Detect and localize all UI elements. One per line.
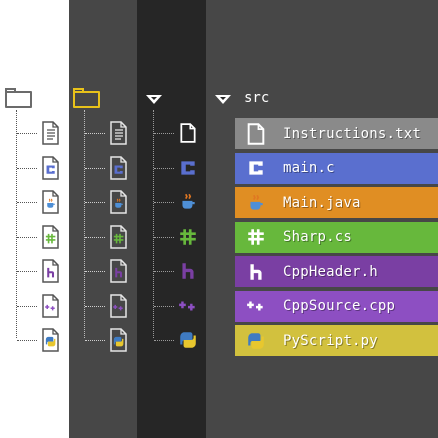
blank-file-icon[interactable] bbox=[178, 123, 198, 143]
folder-icon[interactable] bbox=[5, 88, 32, 108]
tree-line bbox=[16, 110, 17, 338]
tree-branch bbox=[85, 271, 105, 272]
python-file-icon[interactable] bbox=[42, 328, 59, 352]
file-name: CppSource.cpp bbox=[283, 298, 396, 314]
python-file-icon[interactable] bbox=[110, 328, 127, 352]
h-file-icon[interactable] bbox=[42, 259, 59, 283]
tree-line bbox=[153, 110, 154, 338]
file-name: Sharp.cs bbox=[283, 229, 353, 245]
csharp-file-icon[interactable] bbox=[110, 224, 127, 249]
tree-branch bbox=[154, 271, 174, 272]
tree-branch bbox=[17, 133, 37, 134]
file-name: Instructions.txt bbox=[283, 125, 422, 142]
chevron-down-icon[interactable] bbox=[146, 95, 162, 104]
h-file-icon[interactable] bbox=[110, 259, 127, 283]
tree-branch bbox=[17, 202, 37, 203]
csharp-file-icon bbox=[243, 225, 269, 249]
file-name: main.c bbox=[283, 160, 335, 176]
tree-branch bbox=[154, 202, 174, 203]
tree-branch bbox=[85, 167, 105, 169]
explorer-column-near-black bbox=[137, 0, 206, 438]
tree-branch bbox=[85, 236, 105, 238]
tree-branch bbox=[17, 167, 37, 169]
tree-branch bbox=[154, 305, 174, 307]
java-file-icon bbox=[243, 191, 269, 215]
file-row[interactable]: Main.java bbox=[235, 187, 438, 218]
tree-branch bbox=[17, 271, 37, 272]
python-file-icon[interactable] bbox=[178, 330, 198, 350]
file-row[interactable]: main.c bbox=[235, 152, 438, 184]
cpp-file-icon bbox=[243, 294, 269, 318]
tree-branch bbox=[17, 340, 37, 341]
file-row[interactable]: PyScript.py bbox=[235, 325, 438, 356]
folder-row-src[interactable] bbox=[206, 84, 438, 112]
blank-file-icon[interactable] bbox=[42, 121, 59, 145]
c-file-icon[interactable] bbox=[178, 158, 198, 178]
file-name: CppHeader.h bbox=[283, 263, 378, 280]
tree-branch bbox=[154, 236, 174, 238]
file-name: PyScript.py bbox=[283, 332, 378, 349]
cpp-file-icon[interactable] bbox=[110, 293, 127, 318]
h-file-icon[interactable] bbox=[178, 261, 198, 281]
c-file-icon[interactable] bbox=[110, 155, 127, 180]
tree-branch bbox=[85, 340, 105, 341]
c-file-icon bbox=[243, 156, 269, 180]
tree-branch bbox=[17, 236, 37, 238]
tree-branch bbox=[17, 305, 37, 307]
file-row[interactable]: CppHeader.h bbox=[235, 256, 438, 287]
tree-line bbox=[84, 110, 85, 338]
tree-branch bbox=[154, 133, 174, 134]
explorer-column-light bbox=[0, 0, 69, 438]
c-file-icon[interactable] bbox=[42, 155, 59, 180]
tree-branch bbox=[154, 167, 174, 169]
cpp-file-icon[interactable] bbox=[42, 293, 59, 318]
folder-icon[interactable] bbox=[73, 88, 100, 108]
cpp-file-icon[interactable] bbox=[178, 296, 198, 316]
blank-file-icon bbox=[243, 122, 269, 146]
blank-file-icon[interactable] bbox=[110, 121, 127, 145]
file-row[interactable]: CppSource.cpp bbox=[235, 290, 438, 322]
explorer-column-dark-gray bbox=[69, 0, 137, 438]
explorer-column-colored-rows bbox=[206, 0, 438, 438]
java-file-icon[interactable] bbox=[178, 192, 198, 212]
file-row[interactable]: Instructions.txt bbox=[235, 118, 438, 149]
python-file-icon bbox=[243, 329, 269, 353]
java-file-icon[interactable] bbox=[42, 190, 59, 214]
folder-label-src: src bbox=[244, 90, 270, 106]
csharp-file-icon[interactable] bbox=[42, 224, 59, 249]
java-file-icon[interactable] bbox=[110, 190, 127, 214]
file-row[interactable]: Sharp.cs bbox=[235, 221, 438, 253]
tree-branch bbox=[85, 133, 105, 134]
tree-branch bbox=[85, 202, 105, 203]
tree-branch bbox=[154, 340, 174, 341]
file-name: Main.java bbox=[283, 194, 361, 211]
tree-branch bbox=[85, 305, 105, 307]
h-file-icon bbox=[243, 260, 269, 284]
csharp-file-icon[interactable] bbox=[178, 227, 198, 247]
